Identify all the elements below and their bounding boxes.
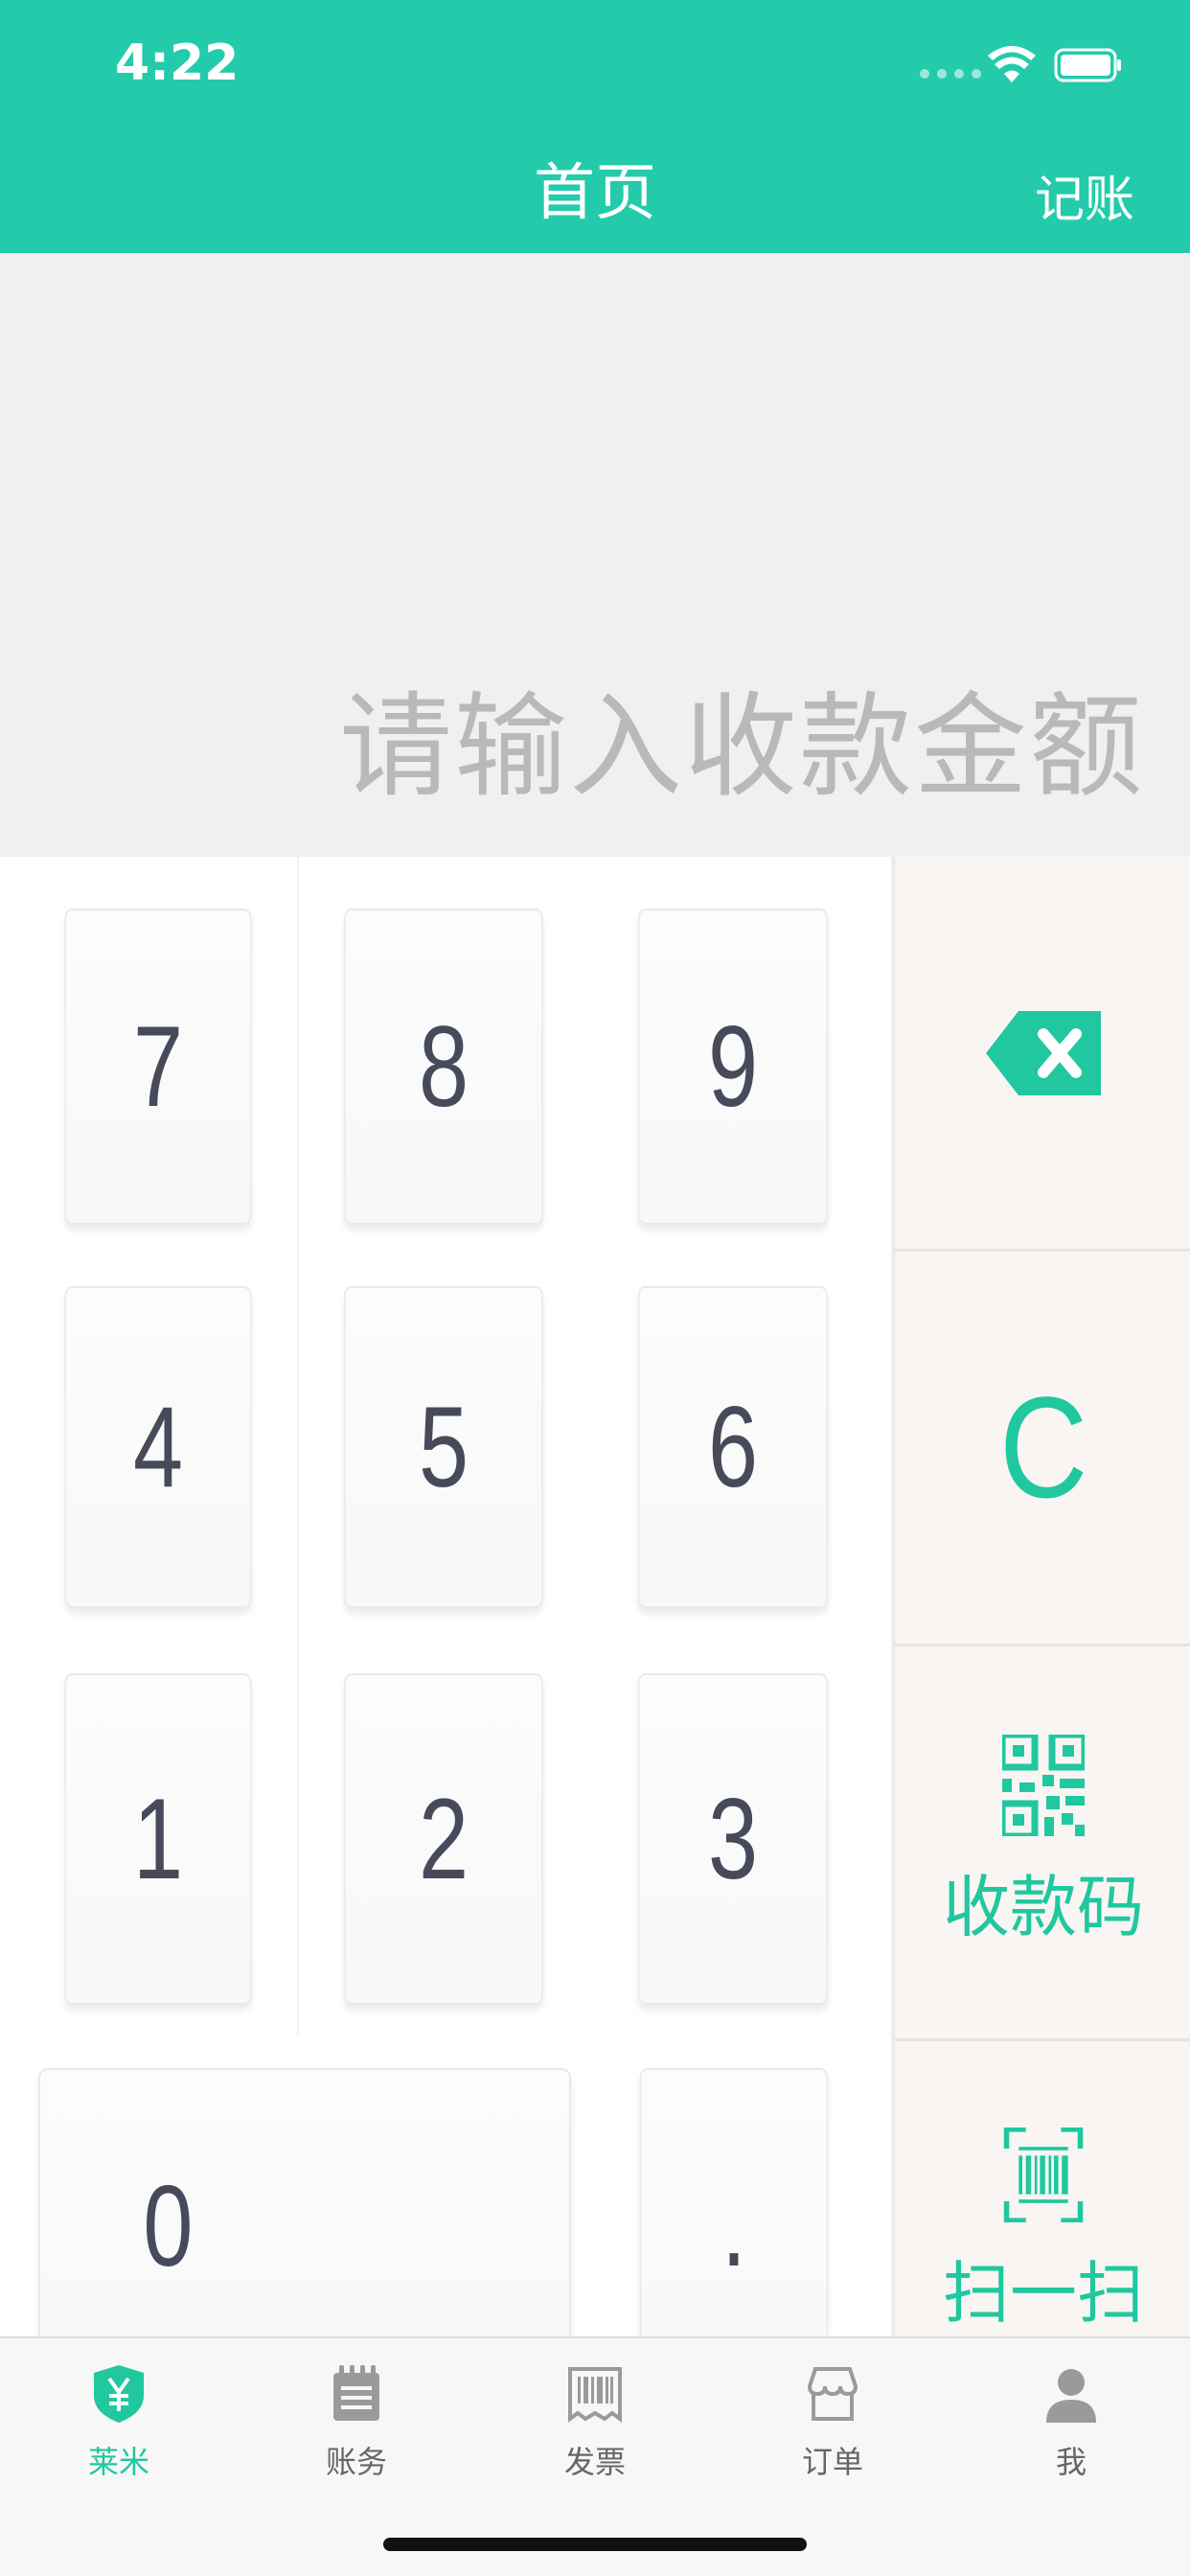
key-9[interactable]: 9 [637, 908, 829, 1225]
home-indicator [383, 2538, 807, 2551]
invoice-icon [568, 2367, 622, 2423]
shield-yen-icon [94, 2365, 144, 2423]
tab-accounts[interactable]: 账务 [238, 2363, 475, 2482]
number-keypad: 7 8 9 4 5 6 1 2 3 0 . [0, 857, 891, 2384]
amount-placeholder: 请输入收款金额 [338, 680, 1144, 813]
app-screen: 4:22 首页 记账 请输入收款金额 7 8 9 4 5 6 1 2 3 0 . [0, 0, 1190, 2576]
header: 4:22 首页 记账 [0, 0, 1190, 253]
qr-code-icon [1002, 1735, 1085, 1836]
tab-label: 我 [1055, 2444, 1087, 2480]
battery-icon [1054, 48, 1121, 82]
tab-label: 订单 [801, 2444, 863, 2480]
tab-label: 账务 [325, 2444, 387, 2480]
backspace-button[interactable] [895, 857, 1190, 1252]
tab-orders[interactable]: 订单 [714, 2363, 951, 2482]
store-icon [807, 2367, 858, 2421]
notebook-icon [333, 2365, 379, 2421]
key-7[interactable]: 7 [64, 908, 252, 1225]
clear-button[interactable]: C [895, 1252, 1190, 1646]
collect-code-label: 收款码 [943, 1868, 1144, 1946]
signal-icon [920, 69, 981, 79]
person-icon [1046, 2369, 1096, 2423]
collect-code-button[interactable]: 收款码 [895, 1646, 1190, 2041]
key-2[interactable]: 2 [344, 1673, 543, 2005]
tab-invoice[interactable]: 发票 [476, 2363, 714, 2482]
page-title: 首页 [534, 158, 656, 229]
scan-label: 扫一扫 [943, 2254, 1144, 2333]
tab-label: 发票 [563, 2444, 626, 2480]
wifi-icon [988, 46, 1036, 82]
status-time: 4:22 [115, 34, 240, 92]
tab-laimi[interactable]: 莱米 [0, 2363, 238, 2482]
key-8[interactable]: 8 [344, 908, 543, 1225]
key-1[interactable]: 1 [64, 1673, 252, 2005]
key-4[interactable]: 4 [64, 1286, 252, 1608]
keypad-divider [297, 857, 299, 2036]
backspace-icon [986, 1010, 1101, 1095]
tab-me[interactable]: 我 [952, 2363, 1190, 2482]
key-3[interactable]: 3 [637, 1673, 829, 2005]
action-panel: C 收款码 扫一扫 [893, 857, 1190, 2336]
scan-button[interactable]: 扫一扫 [895, 2041, 1190, 2336]
key-5[interactable]: 5 [344, 1286, 543, 1608]
barcode-scan-icon [1003, 2128, 1084, 2222]
bookkeeping-button[interactable]: 记账 [1035, 159, 1134, 231]
amount-display[interactable]: 请输入收款金额 [0, 253, 1190, 857]
key-6[interactable]: 6 [637, 1286, 829, 1608]
clear-label: C [998, 1367, 1088, 1528]
tab-label: 莱米 [87, 2444, 149, 2480]
